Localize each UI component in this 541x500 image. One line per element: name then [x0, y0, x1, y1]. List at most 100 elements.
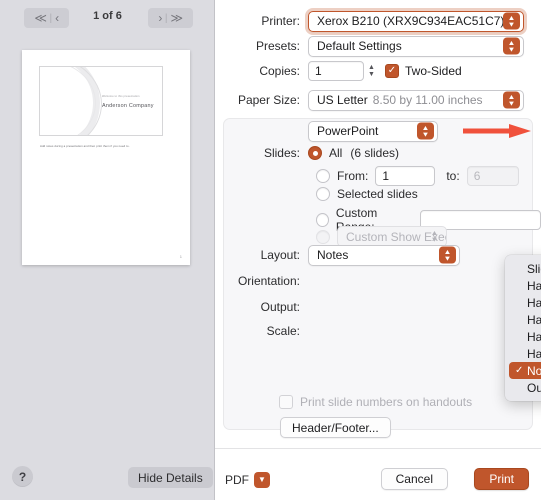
pane-selector-value: PowerPoint	[317, 124, 379, 138]
menu-item-handouts-6[interactable]: Handouts (6 slides per page)	[505, 328, 541, 345]
slides-from-row: From: 1 to: 6	[316, 166, 519, 186]
to-input[interactable]: 6	[466, 166, 519, 186]
paper-size-popup[interactable]: US Letter 8.50 by 11.00 inches ▲ ▼	[308, 89, 524, 111]
presets-row: Presets: Default Settings ▲ ▼	[215, 35, 541, 57]
slide-title-text: Anderson Company	[102, 103, 154, 109]
header-footer-button[interactable]: Header/Footer...	[280, 417, 391, 438]
output-label: Output:	[260, 300, 300, 314]
pdf-label: PDF	[225, 473, 249, 487]
menu-item-handouts-3[interactable]: Handouts (3 slides per page)	[505, 294, 541, 311]
help-button[interactable]: ?	[12, 466, 33, 487]
print-slide-numbers-label: Print slide numbers on handouts	[300, 395, 473, 409]
menu-item-label: Handouts (6 slides per page)	[527, 329, 541, 344]
presets-popup[interactable]: Default Settings ▲ ▼	[308, 35, 524, 57]
footer-divider	[215, 448, 541, 449]
print-preview-sheet[interactable]: Welcome to this presentation Anderson Co…	[22, 50, 190, 265]
cancel-button[interactable]: Cancel	[380, 468, 448, 490]
layout-popup[interactable]: Notes ▲ ▼	[308, 244, 460, 266]
menu-item-label: Handouts (3 slides per page)	[527, 295, 541, 310]
to-value: 6	[473, 169, 481, 183]
from-value: 1	[382, 169, 390, 183]
scale-row: Scale:	[215, 324, 308, 338]
settings-pane: Printer: Xerox B210 (XRX9C934EAC51C7) ▲ ▼…	[215, 0, 541, 500]
checkmark-icon: ✓	[387, 65, 397, 76]
layout-label: Layout:	[260, 248, 300, 262]
from-label: From:	[337, 169, 369, 183]
menu-item-notes[interactable]: ✓ Notes	[509, 362, 541, 379]
print-button[interactable]: Print	[474, 468, 529, 490]
printer-popup[interactable]: Xerox B210 (XRX9C934EAC51C7) ▲ ▼	[305, 7, 527, 35]
chevron-updown-icon: ▲ ▼	[503, 91, 520, 109]
print-slide-numbers-row: ✓ Print slide numbers on handouts	[279, 395, 472, 409]
all-slides-count: (6 slides)	[350, 146, 400, 160]
menu-item-outline[interactable]: Outline	[505, 379, 541, 396]
radio-custom-range[interactable]	[316, 213, 329, 227]
to-label: to:	[446, 169, 460, 183]
pdf-button[interactable]: PDF ▼	[225, 472, 270, 488]
radio-selected-slides[interactable]	[316, 187, 330, 201]
presets-label: Presets:	[255, 39, 300, 53]
hide-details-button[interactable]: Hide Details	[128, 467, 213, 488]
next-page-icon[interactable]: ›	[156, 12, 164, 24]
menu-item-label: Handouts (2 slides per page)	[527, 278, 541, 293]
radio-from-range[interactable]	[316, 169, 330, 183]
slide-thumbnail: Welcome to this presentation Anderson Co…	[39, 66, 163, 136]
radio-all-slides[interactable]	[308, 146, 322, 160]
paper-size-label: Paper Size:	[237, 93, 300, 107]
chevron-updown-icon: ▲ ▼	[417, 122, 434, 140]
copies-row: Copies: 1 ▲ ▼ ✓ Two-Sided	[215, 60, 541, 82]
copies-label: Copies:	[259, 64, 300, 78]
print-dialog: ≪ | ‹ 1 of 6 › | ≫ Welcome to this prese…	[0, 0, 541, 500]
from-input[interactable]: 1	[375, 166, 436, 186]
layout-dropdown-menu: Slides Handouts (2 slides per page) Hand…	[505, 255, 541, 401]
layout-value: Notes	[317, 248, 349, 262]
presets-value: Default Settings	[317, 39, 402, 53]
last-page-icon[interactable]: ≫	[169, 12, 185, 24]
chevron-updown-icon: ▲ ▼	[439, 246, 456, 264]
paper-size-dimensions: 8.50 by 11.00 inches	[372, 93, 483, 107]
menu-item-label: Handouts (4 slides per page)	[527, 312, 541, 327]
pane-selector-popup[interactable]: PowerPoint ▲ ▼	[308, 120, 438, 142]
two-sided-label: Two-Sided	[405, 64, 462, 78]
copies-stepper[interactable]: ▲ ▼	[364, 61, 379, 81]
chevron-updown-icon: ▲ ▼	[503, 37, 520, 55]
preview-pane: ≪ | ‹ 1 of 6 › | ≫ Welcome to this prese…	[0, 0, 215, 500]
stepper-up-icon: ▲	[368, 64, 375, 71]
menu-item-label: Slides	[527, 261, 541, 276]
output-row: Output:	[215, 300, 308, 314]
chevron-updown-icon: ▲ ▼	[430, 228, 439, 244]
paper-size-row: Paper Size: US Letter 8.50 by 11.00 inch…	[215, 89, 541, 111]
print-slide-numbers-checkbox[interactable]: ✓	[279, 395, 293, 409]
two-sided-checkbox[interactable]: ✓	[385, 64, 399, 78]
nav-group-forward: › | ≫	[148, 8, 193, 28]
slides-all-row: Slides: All (6 slides)	[215, 146, 541, 160]
orientation-label: Orientation:	[237, 274, 300, 288]
slides-label: Slides:	[263, 146, 300, 160]
copies-value: 1	[315, 64, 322, 78]
layout-row: Layout: Notes ▲ ▼	[215, 244, 541, 266]
chevron-down-icon: ▼	[254, 472, 270, 488]
menu-item-slides[interactable]: Slides	[505, 260, 541, 277]
printer-value: Xerox B210 (XRX9C934EAC51C7)	[317, 14, 505, 28]
slides-selected-row: Selected slides	[316, 187, 418, 201]
selected-slides-label: Selected slides	[337, 187, 418, 201]
radio-custom-show[interactable]	[316, 229, 330, 244]
menu-item-label: Notes	[527, 363, 541, 378]
checkmark-icon: ✓	[515, 364, 524, 376]
menu-item-handouts-2[interactable]: Handouts (2 slides per page)	[505, 277, 541, 294]
checkmark-icon: ✓	[282, 397, 290, 407]
paper-size-value: US Letter	[317, 93, 368, 107]
chevron-updown-icon: ▲ ▼	[503, 12, 520, 30]
orientation-row: Orientation:	[215, 274, 308, 288]
printer-row: Printer: Xerox B210 (XRX9C934EAC51C7) ▲ ▼	[215, 7, 541, 35]
sheet-page-number: 1	[179, 254, 182, 259]
menu-item-handouts-9[interactable]: Handouts (9 slides per page)	[505, 345, 541, 362]
printer-label: Printer:	[261, 14, 300, 28]
menu-item-handouts-4[interactable]: Handouts (4 slides per page)	[505, 311, 541, 328]
all-slides-label: All	[329, 146, 343, 160]
copies-input[interactable]: 1	[308, 61, 364, 81]
menu-item-label: Outline	[527, 380, 541, 395]
scale-label: Scale:	[266, 324, 300, 338]
slide-notes-text: Add notes during a presentation and then…	[40, 144, 130, 148]
slide-eyebrow-text: Welcome to this presentation	[102, 95, 140, 98]
